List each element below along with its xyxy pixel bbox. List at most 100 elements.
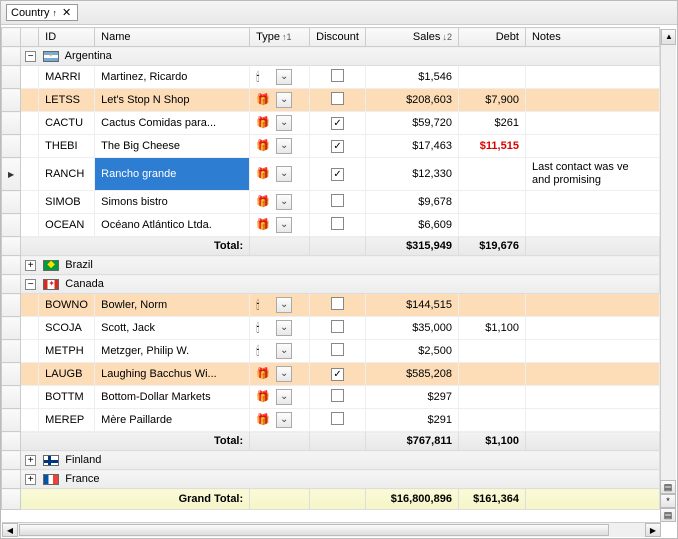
cell-discount[interactable] — [310, 340, 366, 363]
cell-id[interactable]: METPH — [39, 340, 95, 363]
cell-name[interactable]: Martinez, Ricardo — [95, 66, 250, 89]
cell-type[interactable] — [250, 112, 310, 135]
cell-name[interactable]: Laughing Bacchus Wi... — [95, 363, 250, 386]
cell-notes[interactable] — [525, 317, 659, 340]
cell-type[interactable] — [250, 66, 310, 89]
type-dropdown-button[interactable] — [276, 297, 292, 313]
vertical-scrollbar[interactable]: ▲ ▼ — [660, 29, 676, 522]
table-row[interactable]: THEBIThe Big Cheese $17,463$11,515 — [2, 135, 660, 158]
cell-notes[interactable] — [525, 386, 659, 409]
cell-discount[interactable] — [310, 386, 366, 409]
discount-checkbox[interactable] — [331, 412, 344, 425]
type-dropdown-button[interactable] — [276, 92, 292, 108]
discount-checkbox[interactable] — [331, 194, 344, 207]
cell-discount[interactable] — [310, 214, 366, 237]
group-cell[interactable]: + Finland — [21, 451, 660, 470]
cell-debt[interactable]: $261 — [458, 112, 525, 135]
expand-icon[interactable]: + — [25, 455, 36, 466]
cell-type[interactable] — [250, 317, 310, 340]
cell-sales[interactable]: $2,500 — [365, 340, 458, 363]
group-row[interactable]: − Argentina — [2, 47, 660, 66]
type-dropdown-button[interactable] — [276, 166, 292, 182]
type-dropdown-button[interactable] — [276, 194, 292, 210]
table-row[interactable]: MEREPMère Paillarde $291 — [2, 409, 660, 432]
cell-type[interactable] — [250, 340, 310, 363]
cell-name[interactable]: Océano Atlántico Ltda. — [95, 214, 250, 237]
cell-name[interactable]: Cactus Comidas para... — [95, 112, 250, 135]
cell-type[interactable] — [250, 135, 310, 158]
group-cell[interactable]: − Canada — [21, 275, 660, 294]
cell-notes[interactable] — [525, 340, 659, 363]
discount-checkbox[interactable] — [331, 217, 344, 230]
cell-discount[interactable] — [310, 294, 366, 317]
cell-discount[interactable] — [310, 158, 366, 191]
cell-type[interactable] — [250, 363, 310, 386]
cell-sales[interactable]: $6,609 — [365, 214, 458, 237]
cell-sales[interactable]: $59,720 — [365, 112, 458, 135]
cell-debt[interactable] — [458, 363, 525, 386]
discount-checkbox[interactable] — [331, 343, 344, 356]
cell-id[interactable]: MEREP — [39, 409, 95, 432]
cell-name[interactable]: Let's Stop N Shop — [95, 89, 250, 112]
discount-checkbox[interactable] — [331, 168, 344, 181]
type-dropdown-button[interactable] — [276, 115, 292, 131]
cell-id[interactable]: OCEAN — [39, 214, 95, 237]
scroll-up-icon[interactable]: ▲ — [665, 32, 673, 41]
cell-debt[interactable] — [458, 409, 525, 432]
cell-discount[interactable] — [310, 89, 366, 112]
cell-debt[interactable]: $1,100 — [458, 317, 525, 340]
cell-name[interactable]: Rancho grande — [95, 158, 250, 191]
table-row[interactable]: SCOJAScott, Jack $35,000$1,100 — [2, 317, 660, 340]
type-dropdown-button[interactable] — [276, 343, 292, 359]
discount-checkbox[interactable] — [331, 320, 344, 333]
column-header-debt[interactable]: Debt — [458, 28, 525, 47]
cell-discount[interactable] — [310, 112, 366, 135]
cell-name[interactable]: Metzger, Philip W. — [95, 340, 250, 363]
type-dropdown-button[interactable] — [276, 217, 292, 233]
discount-checkbox[interactable] — [331, 297, 344, 310]
discount-checkbox[interactable] — [331, 69, 344, 82]
cell-discount[interactable] — [310, 66, 366, 89]
table-row[interactable]: METPHMetzger, Philip W. $2,500 — [2, 340, 660, 363]
cell-type[interactable] — [250, 89, 310, 112]
table-row[interactable]: SIMOBSimons bistro $9,678 — [2, 191, 660, 214]
table-row[interactable]: LETSSLet's Stop N Shop $208,603$7,900 — [2, 89, 660, 112]
scroll-thumb[interactable] — [19, 524, 609, 536]
cell-sales[interactable]: $35,000 — [365, 317, 458, 340]
cell-notes[interactable] — [525, 363, 659, 386]
group-row[interactable]: + Finland — [2, 451, 660, 470]
table-row[interactable]: MARRIMartinez, Ricardo $1,546 — [2, 66, 660, 89]
cell-notes[interactable]: Last contact was veand promising — [525, 158, 659, 191]
cell-type[interactable] — [250, 409, 310, 432]
discount-checkbox[interactable] — [331, 140, 344, 153]
cell-id[interactable]: BOWNO — [39, 294, 95, 317]
cell-notes[interactable] — [525, 214, 659, 237]
group-cell[interactable]: − Argentina — [21, 47, 660, 66]
group-row[interactable]: + France — [2, 470, 660, 489]
cell-id[interactable]: CACTU — [39, 112, 95, 135]
cell-id[interactable]: THEBI — [39, 135, 95, 158]
cell-id[interactable]: LETSS — [39, 89, 95, 112]
cell-debt[interactable] — [458, 386, 525, 409]
cell-notes[interactable] — [525, 294, 659, 317]
cell-type[interactable] — [250, 294, 310, 317]
column-header-id[interactable]: ID — [39, 28, 95, 47]
horizontal-scrollbar[interactable]: ◀ ▶ — [2, 522, 661, 537]
table-row[interactable]: LAUGBLaughing Bacchus Wi... $585,208 — [2, 363, 660, 386]
cell-discount[interactable] — [310, 317, 366, 340]
collapse-icon[interactable]: − — [25, 51, 36, 62]
cell-discount[interactable] — [310, 409, 366, 432]
column-header-sales[interactable]: Sales↓2 — [365, 28, 458, 47]
column-header-discount[interactable]: Discount — [310, 28, 366, 47]
cell-sales[interactable]: $585,208 — [365, 363, 458, 386]
scroll-left-icon[interactable]: ◀ — [2, 523, 18, 537]
cell-discount[interactable] — [310, 191, 366, 214]
column-header-type[interactable]: Type↑1 — [250, 28, 310, 47]
expand-icon[interactable]: + — [25, 260, 36, 271]
cell-sales[interactable]: $208,603 — [365, 89, 458, 112]
cell-sales[interactable]: $291 — [365, 409, 458, 432]
cell-debt[interactable] — [458, 340, 525, 363]
type-dropdown-button[interactable] — [276, 389, 292, 405]
cell-debt[interactable]: $11,515 — [458, 135, 525, 158]
cell-discount[interactable] — [310, 363, 366, 386]
